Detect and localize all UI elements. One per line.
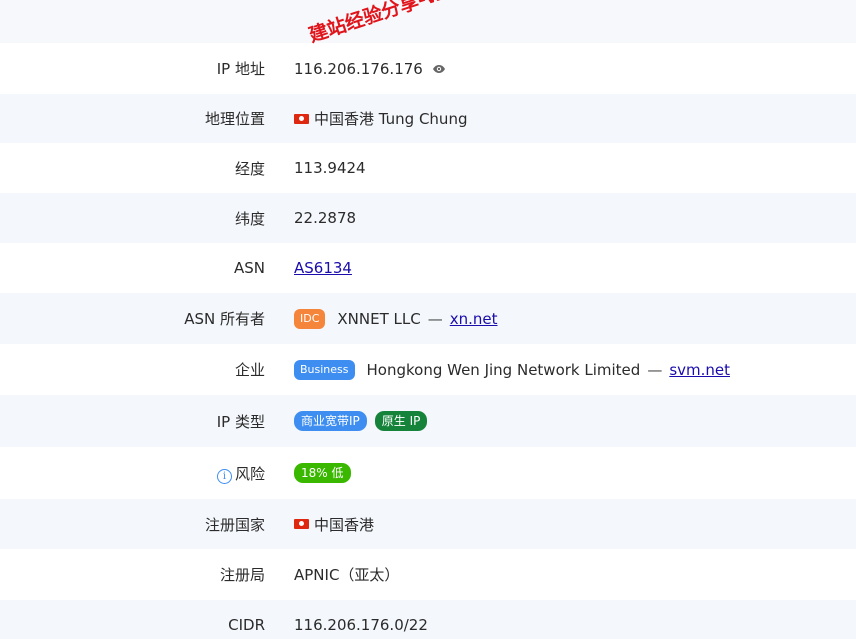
location-value: 中国香港 Tung Chung <box>314 110 468 128</box>
ip-address-value: 116.206.176.176 <box>294 59 423 78</box>
row-risk: i 风险 18% 低 <box>0 447 856 499</box>
company-name: Hongkong Wen Jing Network Limited <box>366 360 641 379</box>
row-location: 地理位置 中国香港 Tung Chung <box>0 94 856 143</box>
separator: — <box>427 309 443 328</box>
row-label: 纬度 <box>234 209 265 228</box>
longitude-value: 113.9424 <box>294 159 366 177</box>
row-label: IP 类型 <box>216 412 265 431</box>
row-company: 企业 Business Hongkong Wen Jing Network Li… <box>0 344 856 395</box>
latitude-value: 22.2878 <box>294 209 357 227</box>
row-label: ASN <box>233 259 265 277</box>
row-value: 中国香港 Tung Chung <box>265 108 467 129</box>
ip-info-page: IP 地址 116.206.176.176 地理位置 中国香港 Tung Chu… <box>0 0 856 639</box>
row-label: i 风险 <box>0 463 265 484</box>
idc-badge: IDC <box>294 308 326 329</box>
business-badge: Business <box>294 359 355 380</box>
row-value: 116.206.176.176 <box>265 60 446 78</box>
row-value: 商业宽带IP 原生 IP <box>265 411 435 431</box>
row-label: ASN 所有者 <box>184 310 265 328</box>
row-value: 22.2878 <box>265 209 356 227</box>
row-asn: ASN AS6134 <box>0 243 856 293</box>
row-label: 注册局 <box>219 566 265 584</box>
registry-value: APNIC（亚太） <box>294 566 400 584</box>
row-label: 地理位置 <box>204 110 265 128</box>
top-strip <box>0 0 856 43</box>
row-asn-owner: ASN 所有者 IDC XNNET LLC — xn.net <box>0 293 856 344</box>
hong-kong-flag-icon <box>294 519 309 529</box>
registered-country-value: 中国香港 <box>314 515 375 534</box>
row-value: APNIC（亚太） <box>265 564 399 585</box>
hong-kong-flag-icon <box>294 113 309 124</box>
asn-link[interactable]: AS6134 <box>294 259 352 277</box>
row-registered-country: 注册国家 中国香港 <box>0 499 856 549</box>
company-domain-link[interactable]: svm.net <box>669 361 730 379</box>
row-value: 18% 低 <box>265 463 359 483</box>
row-label: 注册国家 <box>204 515 265 534</box>
row-cidr: CIDR 116.206.176.0/22 <box>0 600 856 639</box>
cidr-value: 116.206.176.0/22 <box>294 615 428 634</box>
info-icon[interactable]: i <box>216 468 232 484</box>
row-value: IDC XNNET LLC — xn.net <box>265 308 498 329</box>
row-value: AS6134 <box>265 259 352 277</box>
row-longitude: 经度 113.9424 <box>0 143 856 193</box>
risk-tag: 18% 低 <box>294 463 351 483</box>
row-label: IP 地址 <box>216 60 265 78</box>
asn-owner-name: XNNET LLC <box>337 309 421 328</box>
row-value: 113.9424 <box>265 159 366 177</box>
row-latitude: 纬度 22.2878 <box>0 193 856 243</box>
row-label: 企业 <box>234 361 265 379</box>
ip-type-tag-business-broadband: 商业宽带IP <box>294 411 367 431</box>
row-ip-type: IP 类型 商业宽带IP 原生 IP <box>0 395 856 447</box>
row-registry: 注册局 APNIC（亚太） <box>0 549 856 600</box>
row-value: 116.206.176.0/22 <box>265 616 428 634</box>
ip-type-tag-native: 原生 IP <box>374 411 428 431</box>
row-value: 中国香港 <box>265 514 374 535</box>
eye-icon[interactable] <box>432 64 446 74</box>
row-value: Business Hongkong Wen Jing Network Limit… <box>265 359 730 380</box>
row-label: 经度 <box>234 159 265 178</box>
separator: — <box>647 360 663 379</box>
row-ip-address: IP 地址 116.206.176.176 <box>0 43 856 94</box>
risk-label-text: 风险 <box>234 464 265 483</box>
row-label: CIDR <box>228 615 265 634</box>
asn-owner-domain-link[interactable]: xn.net <box>450 310 498 328</box>
